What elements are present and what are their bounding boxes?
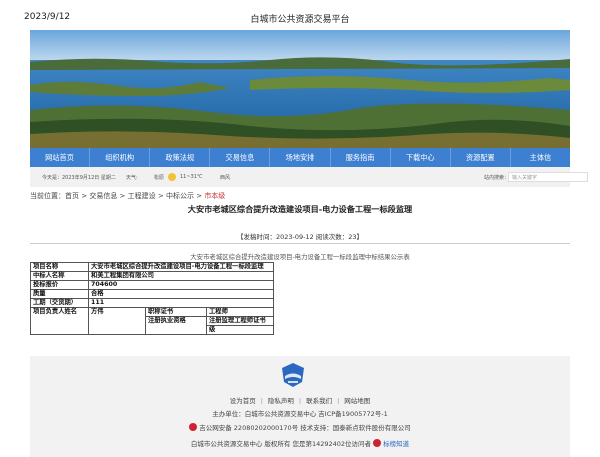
- table-row: 投标报价 704600: [30, 280, 274, 290]
- row-value: 和美工程集团有限公司: [88, 271, 274, 281]
- row-key: 工期（交货期）: [30, 298, 89, 308]
- nav-item-service-guide[interactable]: 服务指南: [331, 148, 391, 167]
- nav-item-trade-info[interactable]: 交易信息: [210, 148, 271, 167]
- care-link[interactable]: 标榜知道: [383, 440, 409, 448]
- row-value: 合格: [88, 289, 274, 299]
- row-value: 大安市老城区综合提升改造建设项目-电力设备工程一标段监理: [88, 262, 274, 272]
- breadcrumb-award-notice[interactable]: 中标公示: [166, 192, 194, 200]
- footer: 设为首页 | 隐私声明 | 联系我们 | 网站地图 主办单位：白城市公共资源交易中心 吉IC…: [30, 356, 570, 457]
- reg-value: 注册监理工程师证书: [206, 316, 274, 326]
- link-contact[interactable]: 联系我们: [306, 397, 332, 405]
- today-date: 今天是：2023年9月12日 星期二: [42, 175, 116, 181]
- emblem-icon: [282, 363, 304, 387]
- row-key: 投标报价: [30, 280, 89, 290]
- breadcrumb-prefix: 当前位置：: [30, 192, 65, 200]
- search-input[interactable]: 输入关键字: [508, 172, 588, 182]
- breadcrumb-separator: >: [79, 192, 90, 200]
- breadcrumb-separator: >: [193, 192, 205, 200]
- site-title: 白城市公共资源交易平台: [250, 15, 350, 25]
- table-row: 项目负责人姓名 方伟 职称证书 工程师: [30, 307, 274, 335]
- manager-name: 方伟: [88, 307, 146, 335]
- table-row: 中标人名称 和美工程集团有限公司: [30, 271, 274, 281]
- top-bar: 2023/9/12 白城市公共资源交易平台: [0, 0, 600, 30]
- table-row: 工期（交货期） 111: [30, 298, 274, 308]
- main-nav: 网站首页 组织机构 政策法规 交易信息 场地安排 服务指南 下载中心 资源配置 …: [30, 148, 570, 167]
- breadcrumb-home[interactable]: 首页: [65, 192, 79, 200]
- nav-item-home[interactable]: 网站首页: [30, 148, 91, 167]
- weather-label: 天气:: [126, 175, 138, 181]
- badge-icon: [373, 439, 382, 447]
- article-title: 大安市老城区综合提升改造建设项目-电力设备工程一标段监理: [187, 204, 413, 214]
- footer-host: 主办单位：白城市公共资源交易中心 吉ICP备19005772号-1: [212, 410, 388, 418]
- row-value: 704600: [88, 280, 274, 290]
- table-caption: 大安市老城区综合提升改造建设项目-电力设备工程一标段监理中标结果公示表: [190, 253, 410, 261]
- reg-label: 注册执业资格: [145, 316, 207, 335]
- row-key: 项目名称: [30, 262, 89, 272]
- info-bar: 今天是：2023年9月12日 星期二 天气: 松原 11~31℃ 西风 站内搜索…: [30, 167, 588, 187]
- manager-label: 项目负责人姓名: [30, 307, 89, 335]
- article-meta: 【发稿时间：2023-09-12 阅读次数：23】: [236, 233, 364, 241]
- nav-item-downloads[interactable]: 下载中心: [391, 148, 451, 167]
- row-key: 中标人名称: [30, 271, 89, 281]
- search-label: 站内搜索：: [484, 175, 510, 181]
- nav-item-subject-info[interactable]: 主体信: [511, 148, 570, 167]
- row-value: 111: [88, 298, 274, 308]
- footer-copyright-text: 白城市公共资源交易中心 版权所有 您是第14292402位访问者: [190, 440, 372, 448]
- footer-police-record: 吉公网安备 22080202000170号 技术支持：国泰新点软件股份有限公司: [30, 422, 570, 432]
- nav-item-policies[interactable]: 政策法规: [150, 148, 211, 167]
- footer-police-text: 吉公网安备 22080202000170号 技术支持：国泰新点软件股份有限公司: [199, 424, 411, 432]
- cert-title-value: 工程师: [206, 307, 274, 317]
- divider: [30, 243, 570, 244]
- breadcrumb-separator: >: [117, 192, 128, 200]
- link-set-home[interactable]: 设为首页: [230, 397, 256, 405]
- breadcrumb: 当前位置：首页 > 交易信息 > 工程建设 > 中标公示 > 市本级: [30, 191, 225, 201]
- breadcrumb-trade-info[interactable]: 交易信息: [89, 192, 117, 200]
- sun-icon: [168, 173, 176, 181]
- award-table: 项目名称 大安市老城区综合提升改造建设项目-电力设备工程一标段监理 中标人名称 …: [30, 262, 274, 335]
- banner-image: [30, 30, 570, 148]
- breadcrumb-separator: >: [155, 192, 166, 200]
- table-row: 项目名称 大安市老城区综合提升改造建设项目-电力设备工程一标段监理: [30, 262, 274, 272]
- link-privacy[interactable]: 隐私声明: [268, 397, 294, 405]
- nav-item-venue[interactable]: 场地安排: [270, 148, 331, 167]
- table-row: 质量 合格: [30, 289, 274, 299]
- link-sitemap[interactable]: 网站地图: [344, 397, 370, 405]
- footer-links: 设为首页 | 隐私声明 | 联系我们 | 网站地图: [229, 397, 371, 405]
- nav-item-organization[interactable]: 组织机构: [90, 148, 151, 167]
- weather-wind: 西风: [220, 175, 231, 181]
- breadcrumb-current[interactable]: 市本级: [204, 192, 225, 200]
- weather-city: 松原: [154, 175, 165, 181]
- cert-title-label: 职称证书: [145, 307, 207, 317]
- footer-copyright: 白城市公共资源交易中心 版权所有 您是第14292402位访问者 标榜知道: [30, 438, 570, 448]
- row-key: 质量: [30, 289, 89, 299]
- police-badge-icon: [189, 423, 198, 431]
- reg-value-grade: 级: [206, 325, 274, 335]
- nav-item-resources[interactable]: 资源配置: [451, 148, 511, 167]
- weather-temperature: 11~31℃: [180, 174, 203, 180]
- breadcrumb-engineering[interactable]: 工程建设: [128, 192, 156, 200]
